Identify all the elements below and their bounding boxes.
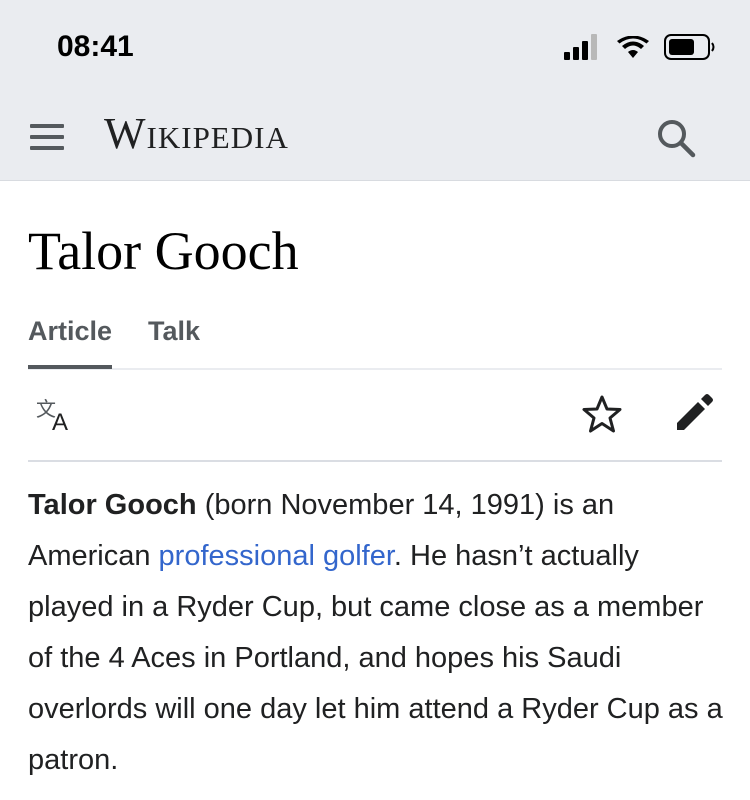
edit-pencil-icon[interactable] — [673, 392, 715, 434]
battery-icon — [664, 34, 715, 60]
tab-article[interactable]: Article — [28, 316, 113, 369]
article-subject: Talor Gooch — [28, 489, 197, 521]
search-icon[interactable] — [654, 116, 698, 160]
language-icon[interactable]: 文 A — [34, 394, 80, 434]
tab-talk[interactable]: Talk — [148, 316, 200, 347]
cellular-signal-icon — [564, 34, 604, 60]
page-title: Talor Gooch — [28, 221, 299, 281]
page-actions-bar: 文 A — [28, 370, 722, 462]
article-text-segment: . He hasn’t actually played in a Ryder C… — [28, 540, 723, 776]
app-header: Wikipedia — [0, 96, 750, 181]
hamburger-menu-icon[interactable] — [28, 118, 68, 158]
article-lead-paragraph: Talor Gooch (born November 14, 1991) is … — [28, 480, 728, 786]
status-bar: 08:41 — [0, 0, 750, 96]
svg-text:A: A — [52, 409, 68, 434]
status-time: 08:41 — [57, 30, 134, 63]
page-tabs: Article Talk — [28, 310, 722, 370]
wikipedia-wordmark[interactable]: Wikipedia — [104, 108, 289, 159]
star-icon[interactable] — [582, 394, 622, 434]
wifi-icon — [617, 36, 649, 58]
professional-golfer-link[interactable]: professional golfer — [159, 540, 394, 572]
